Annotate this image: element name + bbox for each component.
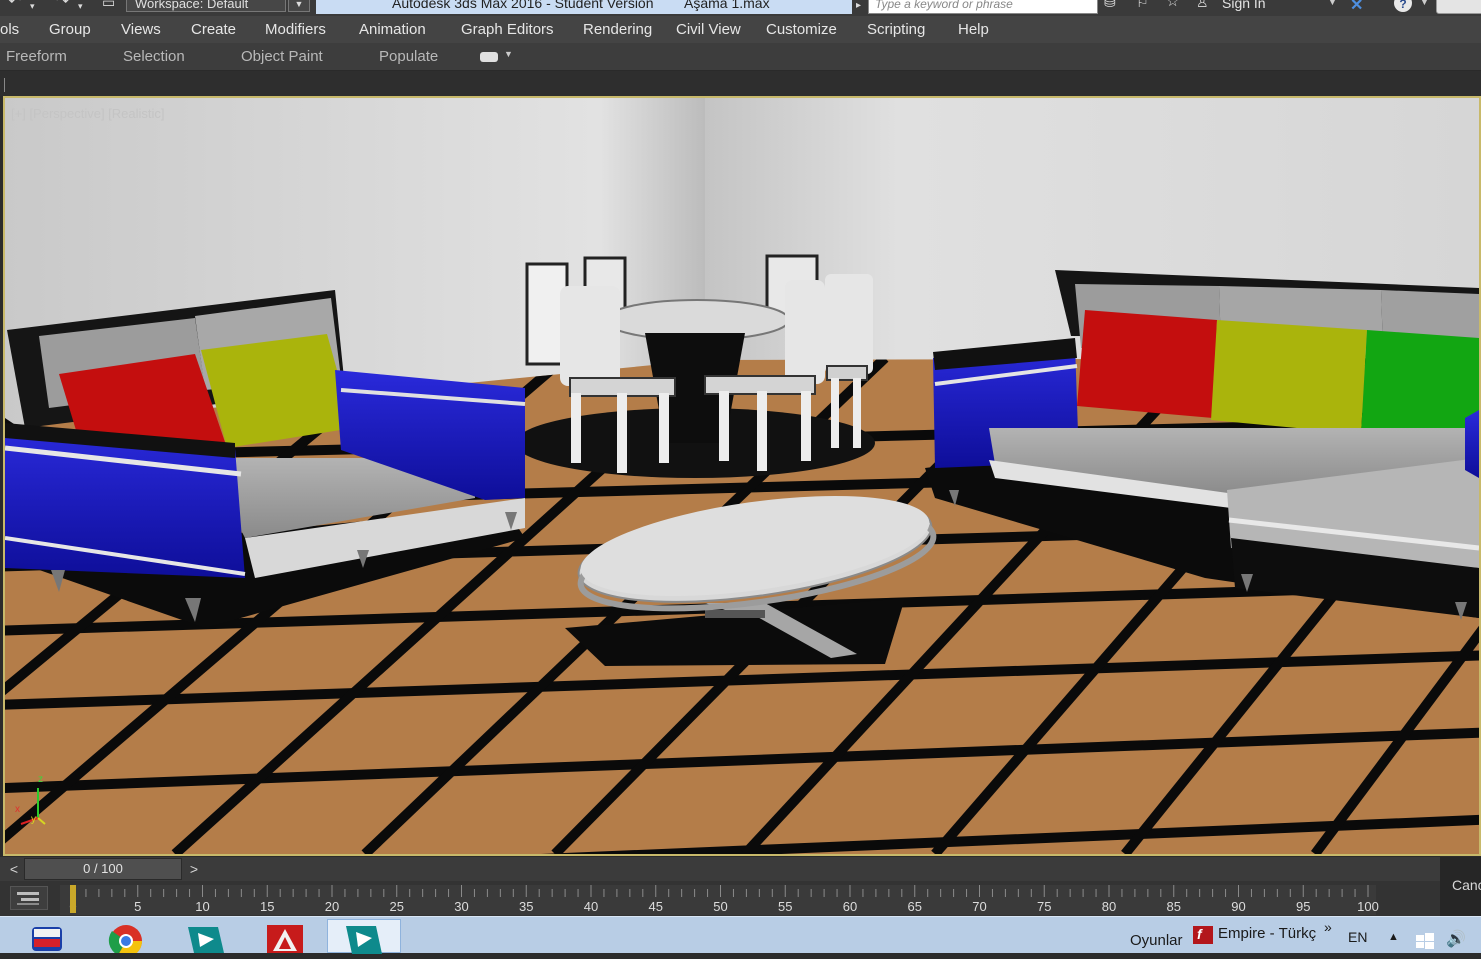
window-title: Autodesk 3ds Max 2016 - Student Version …	[316, 0, 852, 14]
viewport-label[interactable]: [+] [Perspective] [Realistic]	[11, 106, 165, 121]
sign-in-dropdown-icon[interactable]: ▼	[1328, 0, 1337, 7]
cancel-button[interactable]: Canc	[1452, 877, 1481, 893]
perspective-viewport[interactable]: [+] [Perspective] [Realistic] z x y	[3, 96, 1481, 856]
menu-scripting[interactable]: Scripting	[867, 21, 925, 39]
time-slider-thumb[interactable]: 0 / 100	[24, 858, 182, 880]
axis-x-label: x	[15, 804, 20, 815]
menu-civil-view[interactable]: Civil View	[676, 21, 741, 39]
frame-label-100: 100	[1357, 899, 1379, 914]
menu-animation[interactable]: Animation	[359, 21, 426, 39]
menu-graph-editors[interactable]: Graph Editors	[461, 21, 554, 39]
communication-center-icon[interactable]: ⚐	[1136, 0, 1149, 10]
frame-label-35: 35	[519, 899, 533, 914]
redo-dropdown-icon[interactable]: ▾	[78, 0, 83, 14]
help-dropdown-icon[interactable]: ▼	[1420, 0, 1429, 7]
title-bar: ↶ ▾ ↷ ▾ ▭ Workspace: Default ▼ Autodesk …	[0, 0, 1481, 16]
project-folder-icon[interactable]: ▭	[102, 0, 115, 10]
language-indicator[interactable]: EN	[1348, 929, 1367, 945]
menu-customize[interactable]: Customize	[766, 21, 837, 39]
menu-views[interactable]: Views	[121, 21, 161, 39]
ribbon-dropdown-icon[interactable]: ▼	[504, 49, 513, 59]
tray-chevron-icon[interactable]: »	[1324, 919, 1332, 935]
menu-group[interactable]: Group	[49, 21, 91, 39]
frame-label-85: 85	[1167, 899, 1181, 914]
frame-label-40: 40	[584, 899, 598, 914]
sign-in-link[interactable]: Sign In	[1222, 0, 1266, 10]
frame-label-55: 55	[778, 899, 792, 914]
tab-object-paint[interactable]: Object Paint	[241, 48, 323, 66]
frame-label-95: 95	[1296, 899, 1310, 914]
workspace-dropdown[interactable]: Workspace: Default	[126, 0, 286, 12]
frame-label-10: 10	[195, 899, 209, 914]
menu-rendering[interactable]: Rendering	[583, 21, 652, 39]
search-expand-icon[interactable]: ▸	[856, 0, 861, 14]
frame-label-80: 80	[1102, 899, 1116, 914]
axis-y-label: y	[31, 814, 36, 825]
frame-label-75: 75	[1037, 899, 1051, 914]
app-title: Autodesk 3ds Max 2016 - Student Version	[392, 0, 654, 11]
chrome-icon[interactable]	[104, 919, 148, 958]
status-right-panel: Canc	[1440, 857, 1481, 916]
windows-taskbar: Oyunlar f Empire - Türkç » EN ▲ 🔊	[0, 916, 1481, 958]
tab-selection[interactable]: Selection	[123, 48, 185, 66]
undo-icon[interactable]: ↶	[8, 0, 21, 10]
show-hidden-icons-icon[interactable]: ▲	[1388, 931, 1399, 943]
action-center-icon[interactable]	[1416, 933, 1434, 949]
frame-label-15: 15	[260, 899, 274, 914]
ribbon-panel-strip	[0, 71, 1481, 96]
menu-bar: ols Group Views Create Modifiers Animati…	[0, 16, 1481, 43]
frame-label-45: 45	[649, 899, 663, 914]
frame-label-60: 60	[843, 899, 857, 914]
favorites-star-icon[interactable]: ☆	[1166, 0, 1179, 10]
empire-flash-icon[interactable]: f	[1193, 926, 1213, 944]
undo-dropdown-icon[interactable]: ▾	[30, 0, 35, 14]
tray-oyunlar[interactable]: Oyunlar	[1130, 932, 1183, 949]
frame-label-20: 20	[325, 899, 339, 914]
binoculars-icon[interactable]: ⛁	[1104, 0, 1116, 10]
ribbon-minimize-icon[interactable]	[480, 52, 498, 62]
track-bar[interactable]: 0510152025303540455055606570758085909510…	[0, 881, 1440, 916]
exchange-apps-icon[interactable]: ✕	[1350, 0, 1363, 15]
frame-label-70: 70	[972, 899, 986, 914]
axis-z-label: z	[38, 774, 43, 785]
menu-help[interactable]: Help	[958, 21, 989, 39]
tab-populate[interactable]: Populate	[379, 48, 438, 66]
menu-tools[interactable]: ols	[0, 21, 19, 39]
3ds-max-active-window-icon[interactable]	[327, 919, 401, 954]
strip-divider	[4, 78, 5, 92]
window-control-button[interactable]	[1436, 0, 1481, 14]
frame-label-50: 50	[713, 899, 727, 914]
frame-label-5: 5	[134, 899, 141, 914]
frame-label-65: 65	[908, 899, 922, 914]
user-icon[interactable]: ♙	[1196, 0, 1209, 10]
workspace-dropdown-arrow-icon[interactable]: ▼	[288, 0, 310, 12]
track-ruler: 0510152025303540455055606570758085909510…	[60, 885, 1379, 915]
file-name: Aşama 1.max	[684, 0, 770, 11]
search-input[interactable]: Type a keyword or phrase	[868, 0, 1098, 14]
frame-label-30: 30	[454, 899, 468, 914]
ribbon-bar: Freeform Selection Object Paint Populate…	[0, 43, 1481, 71]
frame-label-90: 90	[1231, 899, 1245, 914]
volume-icon[interactable]: 🔊	[1446, 929, 1466, 949]
current-frame-marker[interactable]	[70, 885, 76, 913]
menu-create[interactable]: Create	[191, 21, 236, 39]
super-desktop-icon[interactable]	[26, 919, 70, 953]
tray-empire[interactable]: Empire - Türkç	[1218, 925, 1316, 942]
3ds-max-icon[interactable]	[184, 919, 228, 953]
scene-render	[5, 98, 1479, 854]
menu-modifiers[interactable]: Modifiers	[265, 21, 326, 39]
frame-label-25: 25	[390, 899, 404, 914]
help-icon[interactable]: ?	[1394, 0, 1412, 12]
time-slider-prev-button[interactable]: <	[4, 859, 24, 879]
time-slider: < 0 / 100 >	[0, 857, 1440, 881]
tab-freeform[interactable]: Freeform	[6, 48, 67, 66]
redo-icon[interactable]: ↷	[56, 0, 69, 10]
autocad-icon[interactable]	[263, 919, 307, 953]
time-slider-next-button[interactable]: >	[184, 859, 204, 879]
